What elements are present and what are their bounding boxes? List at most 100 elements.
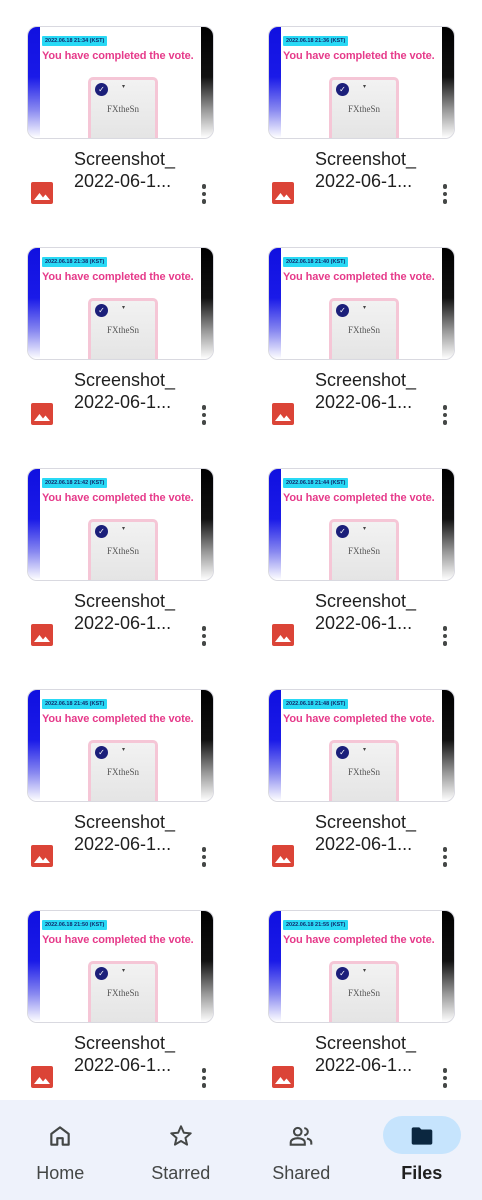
file-name[interactable]: Screenshot_ 2022-06-1... — [74, 590, 189, 634]
thumb-card-logo: FXtheSn — [347, 325, 380, 335]
file-thumbnail[interactable]: 2022.06.18 21:50 (KST) You have complete… — [27, 910, 214, 1023]
more-options-icon[interactable] — [193, 845, 215, 869]
thumb-blue-band — [269, 911, 281, 1022]
thumb-timestamp: 2022.06.18 21:36 (KST) — [283, 36, 349, 46]
image-file-icon — [272, 624, 294, 646]
thumb-photocard: ✓ ▾ FXtheSn — [88, 961, 158, 1022]
thumb-vote-message: You have completed the vote. — [42, 271, 194, 283]
more-options-icon[interactable] — [434, 624, 456, 648]
nav-item-shared[interactable]: Shared — [241, 1100, 362, 1200]
check-icon: ✓ — [95, 525, 108, 538]
thumb-vote-message: You have completed the vote. — [283, 271, 435, 283]
thumb-black-band — [201, 911, 213, 1022]
thumb-vote-message: You have completed the vote. — [42, 934, 194, 946]
more-options-icon[interactable] — [434, 403, 456, 427]
file-name[interactable]: Screenshot_ 2022-06-1... — [74, 369, 189, 413]
thumb-timestamp: 2022.06.18 21:48 (KST) — [283, 699, 349, 709]
nav-label-starred: Starred — [151, 1163, 211, 1183]
file-name-line2: 2022-06-1... — [315, 392, 413, 412]
thumb-timestamp: 2022.06.18 21:55 (KST) — [283, 920, 349, 930]
file-tile[interactable]: 2022.06.18 21:50 (KST) You have complete… — [0, 910, 241, 1131]
more-options-icon[interactable] — [434, 845, 456, 869]
more-options-icon[interactable] — [193, 1066, 215, 1090]
file-tile[interactable]: 2022.06.18 21:45 (KST) You have complete… — [0, 689, 241, 910]
file-name-line1: Screenshot_ — [315, 149, 417, 169]
thumb-timestamp: 2022.06.18 21:40 (KST) — [283, 257, 349, 267]
thumb-photocard: ✓ ▾ FXtheSn — [329, 961, 399, 1022]
thumb-black-band — [201, 690, 213, 801]
nav-item-home[interactable]: Home — [0, 1100, 121, 1200]
thumb-timestamp: 2022.06.18 21:34 (KST) — [42, 36, 108, 46]
mark-icon: ▾ — [122, 747, 126, 753]
folder-icon — [411, 1127, 433, 1145]
thumb-photocard: ✓ ▾ FXtheSn — [88, 77, 158, 138]
thumb-vote-message: You have completed the vote. — [283, 50, 435, 62]
file-tile[interactable]: 2022.06.18 21:36 (KST) You have complete… — [241, 26, 482, 247]
file-thumbnail[interactable]: 2022.06.18 21:45 (KST) You have complete… — [27, 689, 214, 802]
file-tile[interactable]: 2022.06.18 21:55 (KST) You have complete… — [241, 910, 482, 1131]
file-name-line2: 2022-06-1... — [74, 834, 172, 854]
thumb-timestamp: 2022.06.18 21:44 (KST) — [283, 478, 349, 488]
thumb-photocard: ✓ ▾ FXtheSn — [88, 519, 158, 580]
more-options-icon[interactable] — [193, 624, 215, 648]
file-name[interactable]: Screenshot_ 2022-06-1... — [74, 1032, 189, 1076]
file-name[interactable]: Screenshot_ 2022-06-1... — [315, 1032, 430, 1076]
file-thumbnail[interactable]: 2022.06.18 21:36 (KST) You have complete… — [268, 26, 455, 139]
thumb-vote-message: You have completed the vote. — [42, 713, 194, 725]
mark-icon: ▾ — [363, 747, 367, 753]
nav-item-files[interactable]: Files — [362, 1100, 482, 1200]
file-tile[interactable]: 2022.06.18 21:40 (KST) You have complete… — [241, 247, 482, 468]
thumb-blue-band — [28, 469, 40, 580]
file-name[interactable]: Screenshot_ 2022-06-1... — [315, 369, 430, 413]
file-name[interactable]: Screenshot_ 2022-06-1... — [315, 148, 430, 192]
check-icon: ✓ — [95, 83, 108, 96]
check-icon: ✓ — [95, 746, 108, 759]
file-name-line2: 2022-06-1... — [315, 834, 413, 854]
file-name[interactable]: Screenshot_ 2022-06-1... — [315, 811, 430, 855]
file-thumbnail[interactable]: 2022.06.18 21:40 (KST) You have complete… — [268, 247, 455, 360]
check-icon: ✓ — [336, 746, 349, 759]
file-name[interactable]: Screenshot_ 2022-06-1... — [315, 590, 430, 634]
nav-item-starred[interactable]: Starred — [121, 1100, 242, 1200]
file-tile[interactable]: 2022.06.18 21:38 (KST) You have complete… — [0, 247, 241, 468]
check-icon: ✓ — [336, 304, 349, 317]
file-thumbnail[interactable]: 2022.06.18 21:48 (KST) You have complete… — [268, 689, 455, 802]
file-name-line1: Screenshot_ — [315, 370, 417, 390]
thumb-timestamp: 2022.06.18 21:38 (KST) — [42, 257, 108, 267]
file-tile[interactable]: 2022.06.18 21:42 (KST) You have complete… — [0, 468, 241, 689]
thumb-timestamp: 2022.06.18 21:45 (KST) — [42, 699, 108, 709]
file-thumbnail[interactable]: 2022.06.18 21:55 (KST) You have complete… — [268, 910, 455, 1023]
file-thumbnail[interactable]: 2022.06.18 21:44 (KST) You have complete… — [268, 468, 455, 581]
thumb-black-band — [442, 690, 454, 801]
more-options-icon[interactable] — [434, 182, 456, 206]
check-icon: ✓ — [336, 83, 349, 96]
bottom-navigation: Home Starred Shared Files — [0, 1100, 482, 1200]
thumb-blue-band — [28, 690, 40, 801]
mark-icon: ▾ — [363, 968, 367, 974]
file-name[interactable]: Screenshot_ 2022-06-1... — [74, 811, 189, 855]
file-name-line1: Screenshot_ — [315, 812, 417, 832]
thumb-black-band — [201, 469, 213, 580]
thumb-black-band — [201, 248, 213, 359]
file-thumbnail[interactable]: 2022.06.18 21:34 (KST) You have complete… — [27, 26, 214, 139]
thumb-blue-band — [269, 27, 281, 138]
file-tile[interactable]: 2022.06.18 21:48 (KST) You have complete… — [241, 689, 482, 910]
check-icon: ✓ — [95, 967, 108, 980]
more-options-icon[interactable] — [434, 1066, 456, 1090]
nav-label-shared: Shared — [272, 1163, 331, 1183]
mark-icon: ▾ — [363, 526, 367, 532]
thumb-card-logo: FXtheSn — [106, 767, 139, 777]
check-icon: ✓ — [95, 304, 108, 317]
people-icon — [289, 1126, 313, 1146]
star-icon — [170, 1125, 192, 1146]
file-name[interactable]: Screenshot_ 2022-06-1... — [74, 148, 189, 192]
file-tile[interactable]: 2022.06.18 21:44 (KST) You have complete… — [241, 468, 482, 689]
file-thumbnail[interactable]: 2022.06.18 21:38 (KST) You have complete… — [27, 247, 214, 360]
file-tile[interactable]: 2022.06.18 21:34 (KST) You have complete… — [0, 26, 241, 247]
thumb-black-band — [201, 27, 213, 138]
image-file-icon — [31, 182, 53, 204]
thumb-blue-band — [28, 911, 40, 1022]
more-options-icon[interactable] — [193, 182, 215, 206]
file-thumbnail[interactable]: 2022.06.18 21:42 (KST) You have complete… — [27, 468, 214, 581]
more-options-icon[interactable] — [193, 403, 215, 427]
